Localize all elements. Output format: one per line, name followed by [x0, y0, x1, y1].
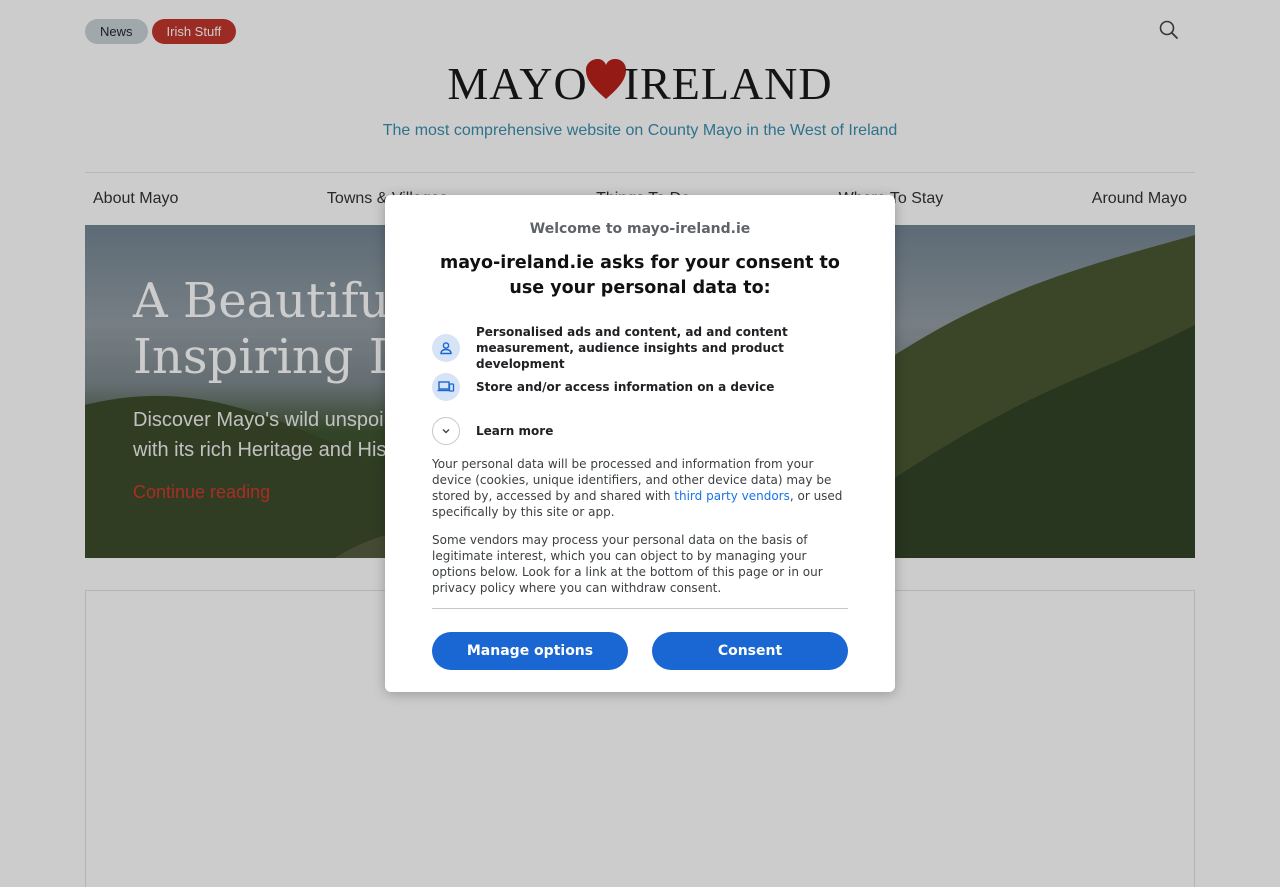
consent-button[interactable]: Consent: [652, 632, 848, 670]
purpose-label: Store and/or access information on a dev…: [476, 380, 775, 394]
devices-icon: [432, 373, 460, 401]
learn-more-label[interactable]: Learn more: [476, 423, 553, 439]
consent-paragraph-legitimate-interest: Some vendors may process your personal d…: [432, 533, 823, 595]
purpose-label: Personalised ads and content, ad and con…: [476, 325, 788, 371]
learn-more-toggle[interactable]: Learn more: [432, 417, 852, 445]
chevron-down-icon[interactable]: [432, 417, 460, 445]
consent-welcome: Welcome to mayo-ireland.ie: [529, 221, 751, 237]
third-party-vendors-link[interactable]: third party vendors: [674, 489, 790, 503]
consent-dialog: Welcome to mayo-ireland.ie mayo-ireland.…: [385, 195, 895, 692]
purpose-item-personalised-ads: Personalised ads and content, ad and con…: [432, 324, 852, 372]
consent-heading: mayo-ireland.ie asks for your consent to…: [440, 253, 840, 298]
consent-paragraph-data: Your personal data will be processed and…: [432, 456, 848, 520]
person-icon: [432, 334, 460, 362]
manage-options-button[interactable]: Manage options: [432, 632, 628, 670]
divider: [432, 608, 848, 609]
purpose-item-store-access: Store and/or access information on a dev…: [432, 373, 852, 401]
